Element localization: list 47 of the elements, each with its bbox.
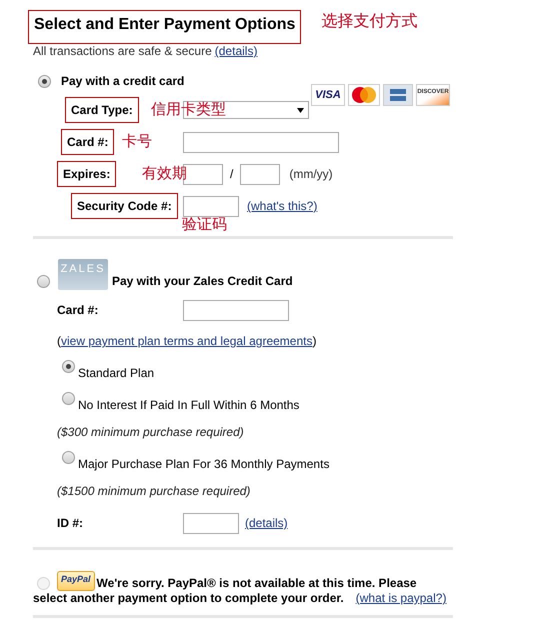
plan-label: Standard Plan [78,365,154,382]
option-label: Pay with a credit card [61,73,184,90]
annotation-note: 验证码 [182,215,227,235]
visa-logo: VISA [311,84,345,106]
parenthesis: ( [57,333,61,350]
radio-button[interactable] [62,392,75,405]
annotation-note: 卡号 [122,132,152,152]
plan-requirement-note: ($300 minimum purchase required) [57,424,245,441]
input-field[interactable] [183,512,239,534]
annotation-note: 信用卡类型 [151,100,226,120]
paypal-logo: PayPal [57,571,95,591]
page-title: Select and Enter Payment Options [28,10,302,44]
details-link[interactable]: (details) [214,42,258,60]
radio-button[interactable] [37,275,50,288]
security-notice: All transactions are safe & secure [33,43,212,60]
plan-label: No Interest If Paid In Full Within 6 Months [78,397,300,414]
paypal-unavailable-message: select another payment option to complete your order. [33,591,344,606]
input-field[interactable] [240,164,280,184]
input-field[interactable] [183,132,339,152]
radio-button[interactable] [62,360,75,373]
dropdown-caret-icon [297,108,304,112]
date-separator: / [230,166,234,183]
mastercard-logo-icon [348,84,380,106]
field-label: Card #: [57,302,100,319]
field-label: Security Code #: [71,193,178,219]
terms-link[interactable]: view payment plan terms and legal agreements [61,332,312,350]
input-field[interactable] [183,196,239,216]
field-label: Card #: [61,129,114,155]
whats-this-link[interactable]: (what's this?) [247,197,318,215]
plan-requirement-note: ($1500 minimum purchase required) [57,483,252,500]
date-format-hint: (mm/yy) [289,166,333,183]
zales-card-image: ZALES [58,259,108,290]
plan-label: Major Purchase Plan For 36 Monthly Payments [78,456,330,473]
paypal-unavailable-message: We're sorry. PayPal® is not available at this time. Please [96,576,417,591]
parenthesis: ) [312,333,316,350]
radio-button[interactable] [38,74,51,88]
field-label: Expires: [57,161,116,187]
radio-button[interactable] [62,451,75,464]
field-label: ID #: [57,515,84,532]
annotation-note: 选择支付方式 [321,12,418,32]
option-label: Pay with your Zales Credit Card [112,273,293,290]
details-link[interactable]: (details) [245,514,288,532]
input-field[interactable] [183,300,289,320]
field-label: Card Type: [65,97,139,123]
annotation-note: 有效期 [142,164,187,184]
amex-logo-icon [383,84,413,106]
card-type-dropdown[interactable] [183,101,309,119]
